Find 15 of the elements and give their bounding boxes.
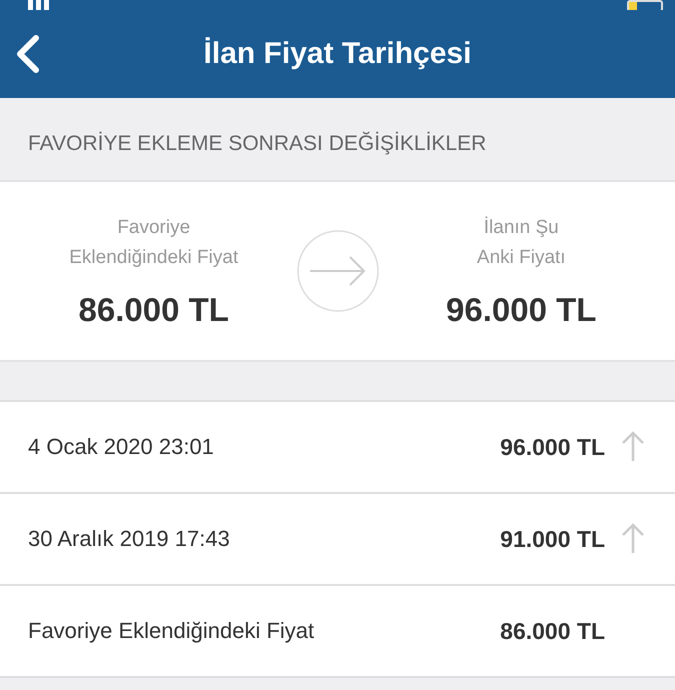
history-date: Favoriye Eklendiğindeki Fiyat bbox=[28, 618, 316, 644]
signal-icon bbox=[28, 0, 49, 10]
history-date: 30 Aralık 2019 17:43 bbox=[28, 526, 231, 552]
price-label: İlanın Şu Anki Fiyatı bbox=[476, 216, 567, 270]
history-date: 4 Ocak 2020 23:01 bbox=[28, 434, 215, 460]
price-label: Favoriye Eklendiğindeki Fiyat bbox=[68, 216, 240, 270]
screen-title: İlan Fiyat Tarihçesi bbox=[204, 37, 472, 71]
battery-icon bbox=[627, 0, 663, 10]
history-price: 91.000 TL bbox=[500, 526, 605, 552]
price-value: 96.000 TL bbox=[446, 291, 596, 329]
section-header: FAVORİYE EKLEME SONRASI DEĞİŞİKLİKLER bbox=[28, 132, 486, 156]
history-price: 86.000 TL bbox=[500, 618, 605, 644]
arrow-right-icon bbox=[296, 229, 380, 313]
history-price: 96.000 TL bbox=[500, 434, 605, 460]
price-value: 86.000 TL bbox=[78, 291, 229, 329]
